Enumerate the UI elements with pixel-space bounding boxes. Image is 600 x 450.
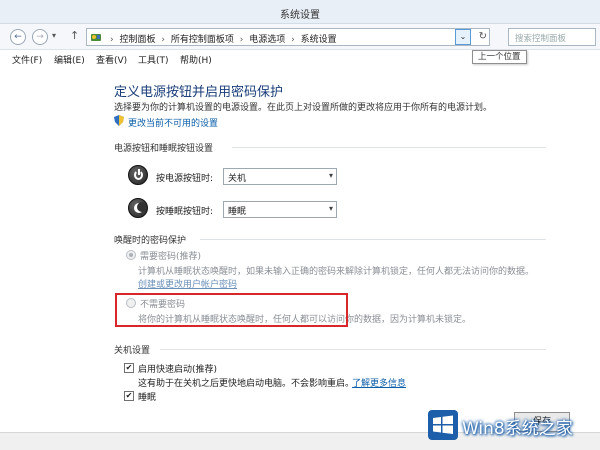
require-password-description: 计算机从睡眠状态唤醒时，如果未输入正确的密码来解除计算机锁定，任何人都无法访问你… (138, 267, 535, 277)
sleep-moon-icon (128, 198, 148, 218)
watermark: Win8系统之家 (428, 408, 598, 442)
address-dropdown-button[interactable]: ⌄ (455, 29, 471, 45)
menu-file[interactable]: 文件(F) (12, 53, 42, 66)
title-bar: 系统设置 (0, 0, 600, 24)
fast-startup-description: 这有助于在关机之后更快地启动电脑。不会影响重启。 (138, 379, 355, 389)
back-button[interactable]: ← (10, 29, 26, 45)
power-button-select[interactable]: 关机 ▾ (223, 168, 337, 185)
shield-icon (114, 115, 124, 126)
create-password-link[interactable]: 创建或更改用户帐户密码 (138, 277, 237, 290)
divider (200, 239, 546, 240)
breadcrumb-control-panel[interactable]: 控制面板 (119, 35, 155, 45)
require-password-label: 需要密码(推荐) (140, 252, 202, 262)
menu-tools[interactable]: 工具(T) (138, 53, 169, 66)
address-bar[interactable]: › 控制面板 › 所有控制面板项 › 电源选项 › 系统设置 ⌄ ↻ (86, 28, 490, 46)
power-icon (128, 165, 148, 185)
breadcrumb-separator: › (161, 35, 165, 45)
menu-edit[interactable]: 编辑(E) (54, 53, 85, 66)
page-title: 定义电源按钮并启用密码保护 (114, 85, 284, 100)
learn-more-link[interactable]: 了解更多信息 (352, 376, 406, 389)
power-button-label: 按电源按钮时: (156, 174, 214, 184)
forward-button[interactable]: → (32, 29, 48, 45)
window-title: 系统设置 (280, 10, 320, 21)
breadcrumb-system-settings[interactable]: 系统设置 (301, 35, 337, 45)
breadcrumb-all-items[interactable]: 所有控制面板项 (171, 35, 234, 45)
breadcrumb-separator: › (291, 35, 295, 45)
breadcrumb-power-options[interactable]: 电源选项 (249, 35, 285, 45)
fast-startup-label: 启用快速启动(推荐) (138, 365, 218, 375)
sleep-button-select[interactable]: 睡眠 ▾ (223, 201, 337, 218)
breadcrumb-separator: › (110, 35, 114, 45)
windows-logo-icon (428, 410, 458, 440)
breadcrumb: › 控制面板 › 所有控制面板项 › 电源选项 › 系统设置 (107, 32, 337, 45)
sleep-button-label: 按睡眠按钮时: (156, 207, 214, 217)
menu-help[interactable]: 帮助(H) (180, 53, 212, 66)
sleep-option-label: 睡眠 (138, 393, 157, 403)
up-button[interactable]: ↑ (70, 29, 79, 42)
menu-view[interactable]: 查看(V) (96, 53, 127, 66)
divider (232, 147, 546, 148)
power-button-value: 关机 (228, 174, 247, 184)
recent-pages-dropdown-icon[interactable]: ▾ (52, 31, 56, 40)
page-description: 选择要为你的计算机设置的电源设置。在此页上对设置所做的更改将应用于你所有的电源计… (114, 103, 493, 113)
sleep-button-value: 睡眠 (228, 207, 247, 217)
divider (160, 349, 546, 350)
content-area: 定义电源按钮并启用密码保护 选择要为你的计算机设置的电源设置。在此页上对设置所做… (0, 67, 600, 450)
watermark-text: Win8系统之家 (462, 419, 573, 439)
highlight-box (115, 293, 348, 327)
search-input[interactable]: 搜索控制面板 (508, 28, 596, 46)
fast-startup-checkbox[interactable]: ✔ (124, 363, 134, 373)
section-title-power-buttons: 电源按钮和睡眠按钮设置 (114, 144, 214, 154)
change-unavailable-settings-link[interactable]: 更改当前不可用的设置 (128, 116, 218, 129)
chevron-down-icon: ▾ (328, 171, 333, 180)
search-placeholder: 搜索控制面板 (515, 34, 567, 44)
sleep-checkbox[interactable]: ✔ (124, 391, 134, 401)
require-password-radio[interactable] (126, 250, 136, 260)
refresh-icon[interactable]: ↻ (479, 31, 487, 42)
control-panel-icon (91, 34, 101, 41)
section-title-password: 唤醒时的密码保护 (114, 236, 187, 246)
navigation-bar: ← → ▾ ↑ › 控制面板 › 所有控制面板项 › 电源选项 › 系统设置 ⌄… (0, 24, 600, 50)
breadcrumb-separator: › (239, 35, 244, 45)
section-title-shutdown: 关机设置 (114, 346, 151, 356)
menu-bar: 文件(F) 编辑(E) 查看(V) 工具(T) 帮助(H) (0, 51, 600, 67)
chevron-down-icon: ▾ (328, 204, 333, 213)
